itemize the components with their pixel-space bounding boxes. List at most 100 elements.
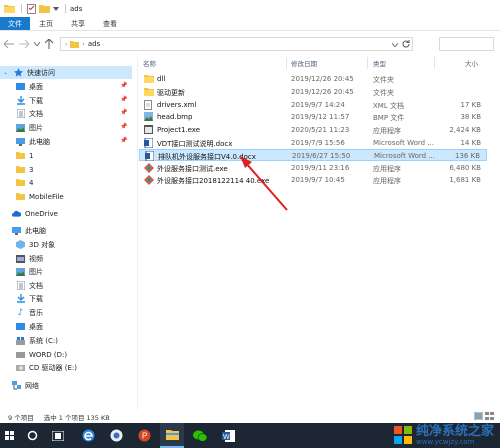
file-row[interactable]: 外设服务接口测试.exe 2019/9/11 23:16 应用程序 6,480 … [139,162,487,174]
sidebar-item-downloads[interactable]: 下载 [16,94,43,107]
sidebar-item-documents[interactable]: 文档 [16,107,43,120]
tab-share[interactable]: 共享 [62,17,94,30]
file-name: VDT接口测试说明.docx [157,140,233,148]
task-view-icon[interactable] [46,423,70,448]
sidebar-item-label: 桌面 [29,82,43,91]
file-type: XML 文档 [373,102,404,110]
column-header-name[interactable]: 名称 [143,58,156,68]
file-type: 应用程序 [373,165,401,173]
file-type: 文件夹 [373,76,394,84]
file-row[interactable]: dll 2019/12/26 20:45 文件夹 [139,73,487,85]
file-size: 6,480 KB [449,164,481,172]
pin-icon[interactable]: 📌 [120,137,127,144]
file-date: 2019/6/27 15:50 [292,152,351,160]
search-icon[interactable] [20,423,44,448]
app-icon[interactable] [104,423,128,448]
sidebar-item-pictures[interactable]: 图片 [16,121,43,134]
customize-dropdown-icon[interactable] [52,3,59,14]
file-row[interactable]: 外设服务接口2018122114 40.exe 2019/9/7 10:45 应… [139,174,487,186]
address-dropdown-icon[interactable] [391,41,399,49]
sidebar-item-music[interactable]: ♪ 音乐 [16,306,43,319]
file-size: 1,681 KB [449,176,481,184]
sidebar-item-documents-pc[interactable]: 文档 [16,279,43,292]
sidebar-item-quick-access[interactable]: ⌄ 快速访问 [0,66,132,79]
column-header-date[interactable]: 修改日期 [291,58,317,68]
file-name: 外设服务接口测试.exe [157,165,228,173]
column-header-type[interactable]: 类型 [373,58,386,68]
chevron-down-icon[interactable]: ⌄ [3,69,8,76]
desktop-icon [16,322,25,331]
file-row-selected[interactable]: 排队机外设服务接口V4.0.docx 2019/6/27 15:50 Micro… [139,149,487,162]
column-divider[interactable] [434,57,435,69]
sidebar-item-drive-e[interactable]: CD 驱动器 (E:) [16,361,77,374]
breadcrumb-ads[interactable]: ads [88,40,100,48]
properties-icon[interactable] [26,3,37,14]
folder-icon [144,74,154,84]
wechat-icon[interactable] [188,423,212,448]
details-view-icon[interactable] [473,411,484,422]
pin-icon[interactable]: 📌 [120,82,127,89]
file-explorer-icon[interactable] [160,423,184,448]
file-row[interactable]: Project1.exe 2020/5/21 11:23 应用程序 2,424 … [139,124,487,136]
file-row[interactable]: head.bmp 2019/9/12 11:57 BMP 文件 38 KB [139,111,487,123]
pin-icon[interactable]: 📌 [120,96,127,103]
sidebar-item-downloads-pc[interactable]: 下载 [16,292,43,305]
sidebar-item-onedrive[interactable]: OneDrive [12,207,58,220]
column-divider[interactable] [286,57,287,69]
sidebar-item-folder-1[interactable]: 1 [16,149,33,162]
up-arrow-icon[interactable] [43,38,55,50]
watermark-brand: 纯净系统之家 [415,424,494,439]
recent-locations-icon[interactable] [33,38,40,50]
sidebar-item-label: 文档 [29,281,43,290]
sidebar-item-drive-c[interactable]: 系统 (C:) [16,334,58,347]
sidebar-item-network[interactable]: 网络 [12,379,39,392]
refresh-icon[interactable] [402,40,410,50]
pin-icon[interactable]: 📌 [120,123,127,130]
sidebar-item-desktop-pc[interactable]: 桌面 [16,320,43,333]
file-row[interactable]: drivers.xml 2019/9/7 14:24 XML 文档 17 KB [139,99,487,111]
sidebar-item-videos[interactable]: 视频 [16,252,43,265]
tab-view[interactable]: 查看 [94,17,126,30]
sidebar-item-desktop[interactable]: 桌面 [16,80,43,93]
sidebar-item-label: CD 驱动器 (E:) [29,363,77,372]
folder-icon [144,87,154,97]
sidebar-item-this-pc-pinned[interactable]: 此电脑 [16,135,50,148]
file-name: dll [157,75,166,83]
new-folder-icon[interactable] [39,3,50,14]
sidebar-item-3d-objects[interactable]: 3D 对象 [16,238,55,251]
file-size: 136 KB [455,152,480,160]
back-arrow-icon[interactable] [3,38,15,50]
pin-icon[interactable]: 📌 [120,109,127,116]
file-date: 2019/12/26 20:45 [291,75,354,83]
sidebar-item-label: OneDrive [25,209,58,218]
large-icons-view-icon[interactable] [485,412,494,422]
status-bar: 9 个项目 选中 1 个项目 135 KB [0,410,500,423]
sidebar-item-pictures-pc[interactable]: 图片 [16,265,43,278]
watermark-logo [393,425,412,446]
file-row[interactable]: 驱动更新 2019/12/26 20:45 文件夹 [139,86,487,98]
start-button[interactable] [0,423,18,448]
address-bar[interactable]: › › ads [60,37,413,51]
powerpoint-icon[interactable]: P [132,423,156,448]
sidebar-item-folder-4[interactable]: 4 [16,176,33,189]
word-icon[interactable]: W [216,423,240,448]
tab-file[interactable]: 文件 [0,17,30,30]
column-divider[interactable] [367,57,368,69]
video-icon [16,254,25,263]
sidebar-item-label: 视频 [29,254,43,263]
sidebar-item-folder-3[interactable]: 3 [16,163,33,176]
edge-browser-icon[interactable] [76,423,100,448]
file-date: 2019/9/12 11:57 [291,113,350,121]
search-input[interactable] [439,37,494,51]
tab-home[interactable]: 主页 [30,17,62,30]
title-separator [21,4,22,13]
ribbon-tabs: 文件 主页 共享 查看 [0,17,500,31]
file-size: 2,424 KB [449,126,481,134]
sidebar-item-this-pc[interactable]: 此电脑 [12,224,46,237]
column-header-size[interactable]: 大小 [465,58,478,68]
file-row[interactable]: VDT接口测试说明.docx 2019/7/9 15:56 Microsoft … [139,137,487,149]
sidebar-item-drive-d[interactable]: WORD (D:) [16,348,67,361]
sidebar-item-mobilefile[interactable]: MobileFile [16,190,64,203]
forward-arrow-icon[interactable] [18,38,30,50]
column-headers: 名称 修改日期 类型 大小 [138,57,500,69]
